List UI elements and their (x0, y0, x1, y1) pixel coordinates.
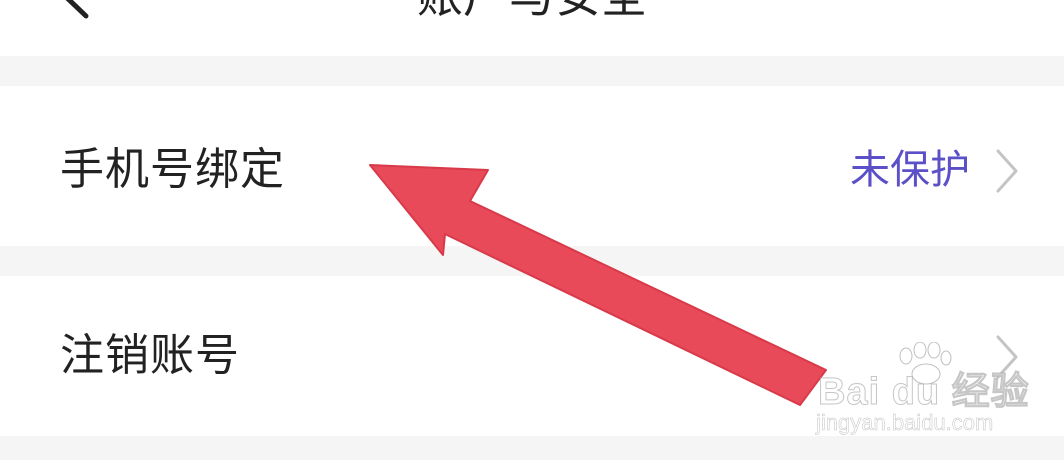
chevron-right-icon (996, 335, 1018, 379)
account-security-page: 账户与安全 手机号绑定 未保护 注销账号 Bai du 经验 jingyan.b… (0, 0, 1064, 460)
cancel-account-label: 注销账号 (60, 330, 240, 381)
phone-binding-label: 手机号绑定 (60, 144, 285, 195)
phone-binding-status: 未保护 (850, 147, 970, 193)
page-title: 账户与安全 (0, 0, 1064, 24)
cancel-account-row[interactable]: 注销账号 (0, 276, 1064, 436)
chevron-right-icon (996, 149, 1018, 193)
top-nav-bar: 账户与安全 (0, 0, 1064, 56)
phone-binding-row[interactable]: 手机号绑定 未保护 (0, 86, 1064, 246)
